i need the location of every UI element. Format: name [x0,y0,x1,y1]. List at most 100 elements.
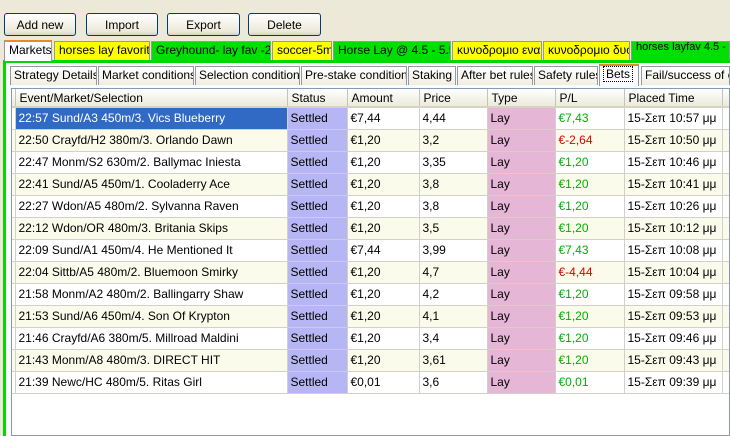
cell-amount[interactable]: €1,20 [347,261,420,284]
cell-event[interactable]: 22:09 Sund/A1 450m/4. He Mentioned It [15,239,288,262]
table-row[interactable]: 21:58 Monm/A2 480m/2. Ballingarry Shaw Se… [12,283,729,306]
cell-event[interactable]: 21:43 Monm/A8 480m/3. DIRECT HIT [15,349,288,372]
cell-amount[interactable]: €1,20 [347,349,420,372]
col-status[interactable]: Status [287,89,348,108]
table-row[interactable]: 22:47 Monm/S2 630m/2. Ballymac Iniesta Se… [12,151,729,174]
cell-placed-time[interactable]: 15-Σεπ 10:41 μμ [624,173,723,196]
cell-extra[interactable] [722,305,729,328]
cell-amount[interactable]: €7,44 [347,107,420,130]
cell-status[interactable]: Settled [287,151,348,174]
tab-kynodromio-dyo[interactable]: κυνοδρομιο δυο [543,41,630,60]
tab-horses-layfav[interactable]: horses layfav 4.5 - 2m [631,41,730,60]
cell-price[interactable]: 4,2 [419,283,488,306]
table-row[interactable]: 22:57 Sund/A3 450m/3. Vics Blueberry Sett… [12,107,729,130]
cell-type[interactable]: Lay [487,305,556,328]
tab-pre-stake-conditions[interactable]: Pre-stake conditions [301,66,407,85]
cell-extra[interactable] [722,283,729,306]
cell-placed-time[interactable]: 15-Σεπ 09:39 μμ [624,371,723,394]
cell-type[interactable]: Lay [487,239,556,262]
cell-event[interactable]: 22:47 Monm/S2 630m/2. Ballymac Iniesta [15,151,288,174]
cell-price[interactable]: 3,2 [419,129,488,152]
col-type[interactable]: Type [487,89,556,108]
cell-extra[interactable] [722,371,729,394]
tab-horses-lay-favorite[interactable]: horses lay favorite [54,41,150,60]
cell-extra[interactable] [722,217,729,240]
cell-price[interactable]: 4,1 [419,305,488,328]
col-event[interactable]: Event/Market/Selection [15,89,288,108]
table-row[interactable]: 21:53 Sund/A6 450m/4. Son Of Krypton Sett… [12,305,729,328]
cell-event[interactable]: 22:50 Crayfd/H2 380m/3. Orlando Dawn [15,129,288,152]
col-placed-time[interactable]: Placed Time [624,89,723,108]
cell-pl[interactable]: €7,43 [555,107,625,130]
cell-status[interactable]: Settled [287,195,348,218]
cell-event[interactable]: 22:27 Wdon/A5 480m/2. Sylvanna Raven [15,195,288,218]
tab-market-conditions[interactable]: Market conditions [98,66,194,85]
cell-price[interactable]: 3,6 [419,371,488,394]
cell-type[interactable]: Lay [487,327,556,350]
table-row[interactable]: 21:46 Crayfd/A6 380m/5. Millroad Maldini… [12,327,729,350]
cell-extra[interactable] [722,239,729,262]
cell-type[interactable]: Lay [487,283,556,306]
cell-amount[interactable]: €1,20 [347,173,420,196]
cell-type[interactable]: Lay [487,371,556,394]
cell-pl[interactable]: €1,20 [555,151,625,174]
tab-strategy-details[interactable]: Strategy Details [10,66,97,85]
cell-extra[interactable] [722,107,729,130]
cell-type[interactable]: Lay [487,173,556,196]
tab-bets[interactable]: Bets [599,64,639,86]
cell-type[interactable]: Lay [487,195,556,218]
cell-type[interactable]: Lay [487,217,556,240]
col-price[interactable]: Price [419,89,488,108]
cell-event[interactable]: 22:04 Sittb/A5 480m/2. Bluemoon Smirky [15,261,288,284]
cell-amount[interactable]: €1,20 [347,305,420,328]
cell-placed-time[interactable]: 15-Σεπ 09:53 μμ [624,305,723,328]
cell-price[interactable]: 3,61 [419,349,488,372]
cell-event[interactable]: 22:12 Wdon/OR 480m/3. Britania Skips [15,217,288,240]
cell-type[interactable]: Lay [487,129,556,152]
table-row[interactable]: 22:09 Sund/A1 450m/4. He Mentioned It Set… [12,239,729,262]
cell-event[interactable]: 21:39 Newc/HC 480m/5. Ritas Girl [15,371,288,394]
tab-safety-rules[interactable]: Safety rules [534,66,598,85]
cell-extra[interactable] [722,151,729,174]
cell-status[interactable]: Settled [287,349,348,372]
cell-status[interactable]: Settled [287,129,348,152]
cell-status[interactable]: Settled [287,173,348,196]
cell-pl[interactable]: €1,20 [555,173,625,196]
cell-extra[interactable] [722,261,729,284]
tab-after-bet-rules[interactable]: After bet rules [457,66,533,85]
table-row[interactable]: 22:12 Wdon/OR 480m/3. Britania Skips Sett… [12,217,729,240]
cell-pl[interactable]: €1,20 [555,349,625,372]
cell-status[interactable]: Settled [287,107,348,130]
cell-amount[interactable]: €1,20 [347,151,420,174]
cell-pl[interactable]: €-2,64 [555,129,625,152]
cell-extra[interactable] [722,349,729,372]
col-amount[interactable]: Amount [347,89,420,108]
export-button[interactable]: Export [167,13,240,36]
cell-amount[interactable]: €1,20 [347,283,420,306]
cell-status[interactable]: Settled [287,283,348,306]
tab-soccer-5m[interactable]: soccer-5m [272,41,332,60]
tab-fail-success[interactable]: Fail/success of co [641,66,730,85]
cell-type[interactable]: Lay [487,107,556,130]
table-row[interactable]: 22:41 Sund/A5 450m/1. Cooladerry Ace Sett… [12,173,729,196]
cell-amount[interactable]: €0,01 [347,371,420,394]
cell-status[interactable]: Settled [287,327,348,350]
table-row[interactable]: 21:39 Newc/HC 480m/5. Ritas Girl Settled €… [12,371,729,394]
cell-price[interactable]: 4,44 [419,107,488,130]
cell-status[interactable]: Settled [287,217,348,240]
tab-staking[interactable]: Staking [408,66,456,85]
cell-pl[interactable]: €7,43 [555,239,625,262]
cell-extra[interactable] [722,129,729,152]
cell-amount[interactable]: €7,44 [347,239,420,262]
cell-status[interactable]: Settled [287,305,348,328]
cell-status[interactable]: Settled [287,371,348,394]
delete-button[interactable]: Delete [248,13,321,36]
cell-pl[interactable]: €-4,44 [555,261,625,284]
cell-pl[interactable]: €0,01 [555,371,625,394]
cell-event[interactable]: 21:46 Crayfd/A6 380m/5. Millroad Maldini [15,327,288,350]
col-pl[interactable]: P/L [555,89,625,108]
cell-pl[interactable]: €1,20 [555,217,625,240]
cell-extra[interactable] [722,173,729,196]
cell-placed-time[interactable]: 15-Σεπ 10:46 μμ [624,151,723,174]
cell-placed-time[interactable]: 15-Σεπ 10:26 μμ [624,195,723,218]
